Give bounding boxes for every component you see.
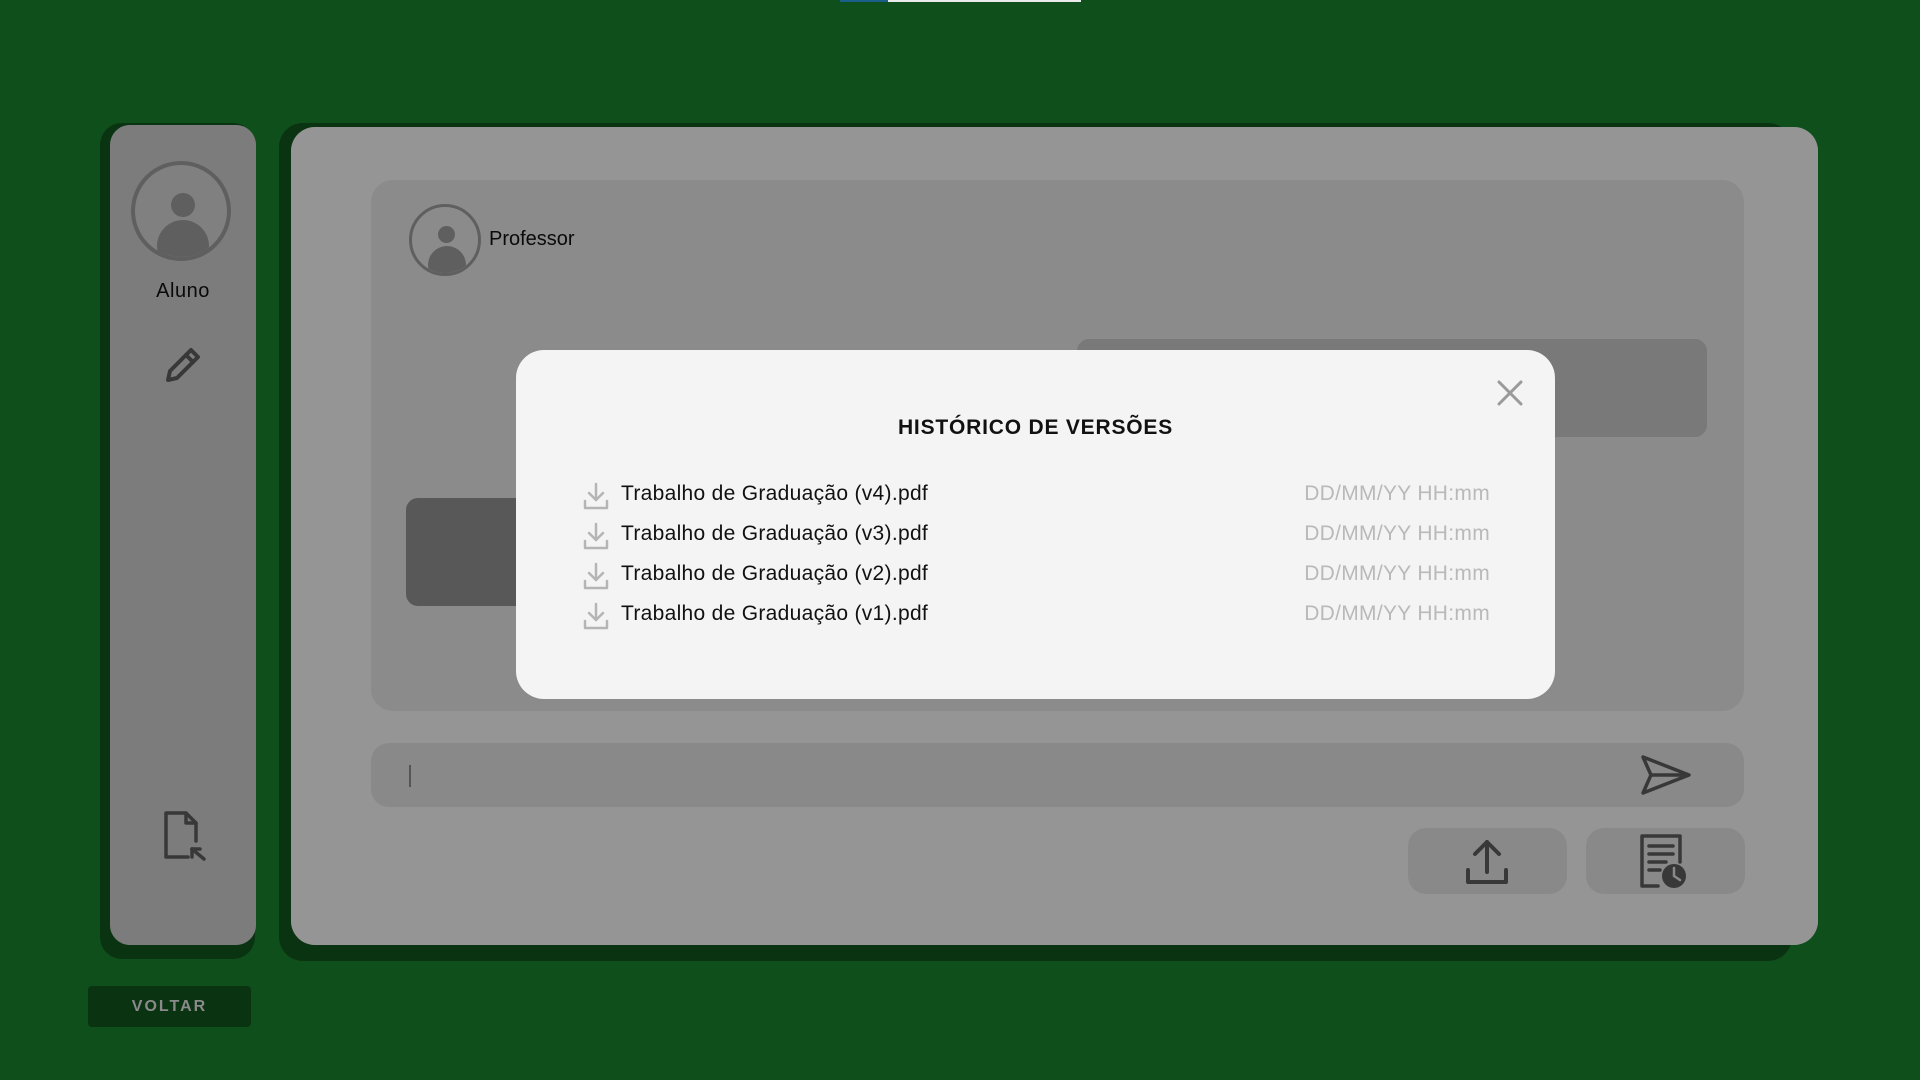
top-progress-fill bbox=[840, 0, 888, 2]
version-item[interactable]: Trabalho de Graduação (v1).pdf DD/MM/YY … bbox=[582, 596, 1490, 636]
version-history-button[interactable] bbox=[1586, 828, 1745, 894]
sidebar: Aluno bbox=[110, 125, 256, 945]
version-history-modal: HISTÓRICO DE VERSÕES Trabalho de Graduaç… bbox=[516, 350, 1555, 699]
download-icon bbox=[583, 522, 609, 550]
close-icon bbox=[1497, 380, 1523, 406]
modal-close-button[interactable] bbox=[1493, 376, 1527, 410]
avatar-body bbox=[428, 246, 466, 273]
download-icon bbox=[583, 602, 609, 630]
message-input[interactable] bbox=[371, 743, 1744, 807]
student-name: Aluno bbox=[156, 280, 210, 302]
pencil-icon bbox=[166, 348, 200, 382]
version-file-name[interactable]: Trabalho de Graduação (v3).pdf bbox=[621, 522, 928, 546]
student-avatar[interactable] bbox=[131, 161, 231, 261]
back-button[interactable]: VOLTAR bbox=[88, 986, 251, 1027]
version-list: Trabalho de Graduação (v4).pdf DD/MM/YY … bbox=[582, 476, 1490, 636]
version-item[interactable]: Trabalho de Graduação (v2).pdf DD/MM/YY … bbox=[582, 556, 1490, 596]
version-file-name[interactable]: Trabalho de Graduação (v2).pdf bbox=[621, 562, 928, 586]
top-progress-bar bbox=[840, 0, 1081, 2]
version-date: DD/MM/YY HH:mm bbox=[1304, 602, 1490, 625]
text-caret bbox=[409, 765, 411, 787]
professor-name: Professor bbox=[489, 228, 575, 250]
download-icon bbox=[583, 482, 609, 510]
professor-avatar bbox=[409, 204, 481, 276]
version-date: DD/MM/YY HH:mm bbox=[1304, 522, 1490, 545]
version-file-name[interactable]: Trabalho de Graduação (v4).pdf bbox=[621, 482, 928, 506]
version-file-name[interactable]: Trabalho de Graduação (v1).pdf bbox=[621, 602, 928, 626]
send-icon bbox=[1641, 755, 1691, 795]
version-item[interactable]: Trabalho de Graduação (v3).pdf DD/MM/YY … bbox=[582, 516, 1490, 556]
upload-button[interactable] bbox=[1408, 828, 1567, 894]
document-history-icon bbox=[1640, 834, 1686, 888]
document-export-icon bbox=[164, 811, 206, 861]
avatar-body bbox=[157, 220, 209, 257]
modal-title: HISTÓRICO DE VERSÕES bbox=[897, 416, 1174, 439]
avatar-head bbox=[171, 193, 195, 217]
version-item[interactable]: Trabalho de Graduação (v4).pdf DD/MM/YY … bbox=[582, 476, 1490, 516]
edit-button[interactable] bbox=[158, 340, 208, 390]
avatar-head bbox=[438, 226, 455, 243]
download-icon bbox=[583, 562, 609, 590]
version-date: DD/MM/YY HH:mm bbox=[1304, 562, 1490, 585]
document-export-button[interactable] bbox=[158, 805, 208, 865]
version-date: DD/MM/YY HH:mm bbox=[1304, 482, 1490, 505]
upload-icon bbox=[1466, 840, 1508, 884]
send-button[interactable] bbox=[1637, 753, 1693, 797]
